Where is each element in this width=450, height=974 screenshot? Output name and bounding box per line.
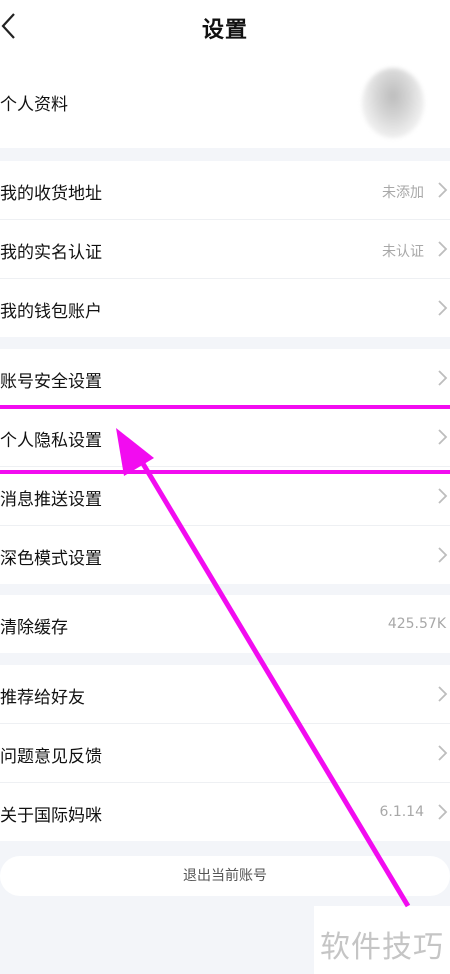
page-title: 设置 xyxy=(201,18,248,43)
settings-row-recommend[interactable]: 推荐给好友 xyxy=(0,665,450,724)
chevron-right-icon xyxy=(438,804,448,820)
settings-row-push-notifications[interactable]: 消息推送设置 xyxy=(0,467,450,526)
row-label: 深色模式设置 xyxy=(0,549,102,569)
chevron-right-icon xyxy=(438,488,448,504)
settings-row-clear-cache[interactable]: 清除缓存 425.57K xyxy=(0,595,450,653)
settings-row-about[interactable]: 关于国际妈咪 6.1.14 xyxy=(0,783,450,841)
chevron-right-icon xyxy=(438,686,448,702)
row-value: 未添加 xyxy=(382,185,424,201)
row-label: 清除缓存 xyxy=(0,618,68,638)
row-label: 我的钱包账户 xyxy=(0,302,102,322)
cache-size-value: 425.57K xyxy=(387,616,446,632)
row-label: 问题意见反馈 xyxy=(0,747,102,767)
profile-label: 个人资料 xyxy=(0,95,68,115)
settings-row-shipping-address[interactable]: 我的收货地址 未添加 xyxy=(0,161,450,220)
settings-row-real-name[interactable]: 我的实名认证 未认证 xyxy=(0,220,450,279)
row-label: 我的收货地址 xyxy=(0,184,102,204)
row-label: 我的实名认证 xyxy=(0,243,102,263)
header-bar: 设置 xyxy=(0,0,450,52)
logout-button[interactable]: 退出当前账号 xyxy=(0,856,450,896)
profile-row[interactable]: 个人资料 xyxy=(0,52,450,148)
settings-row-account-security[interactable]: 账号安全设置 xyxy=(0,349,450,408)
chevron-right-icon xyxy=(438,429,448,445)
row-label: 个人隐私设置 xyxy=(0,431,102,451)
row-label: 推荐给好友 xyxy=(0,688,85,708)
chevron-right-icon xyxy=(438,370,448,386)
chevron-right-icon xyxy=(438,745,448,761)
watermark: 软件技巧 xyxy=(314,906,450,974)
settings-row-privacy[interactable]: 个人隐私设置 xyxy=(0,408,450,467)
settings-row-dark-mode[interactable]: 深色模式设置 xyxy=(0,526,450,584)
row-value: 未认证 xyxy=(382,244,424,260)
settings-row-feedback[interactable]: 问题意见反馈 xyxy=(0,724,450,783)
chevron-right-icon xyxy=(438,300,448,316)
preferences-group: 账号安全设置 个人隐私设置 消息推送设置 深色模式设置 xyxy=(0,349,450,584)
chevron-right-icon xyxy=(438,241,448,257)
watermark-text: 软件技巧 xyxy=(320,930,444,965)
settings-row-wallet[interactable]: 我的钱包账户 xyxy=(0,279,450,337)
account-info-group: 我的收货地址 未添加 我的实名认证 未认证 我的钱包账户 xyxy=(0,161,450,337)
row-label: 消息推送设置 xyxy=(0,490,102,510)
chevron-right-icon xyxy=(438,547,448,563)
row-label: 关于国际妈咪 xyxy=(0,806,102,826)
version-value: 6.1.14 xyxy=(379,804,424,820)
chevron-right-icon xyxy=(438,182,448,198)
about-group: 推荐给好友 问题意见反馈 关于国际妈咪 6.1.14 xyxy=(0,665,450,841)
avatar[interactable] xyxy=(362,68,424,138)
cache-group: 清除缓存 425.57K xyxy=(0,595,450,653)
row-label: 账号安全设置 xyxy=(0,372,102,392)
